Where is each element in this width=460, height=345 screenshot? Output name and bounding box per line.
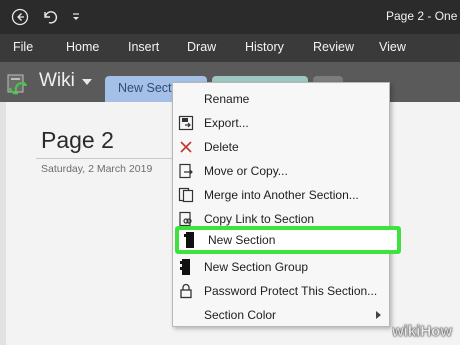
- menu-item-label: New Section Group: [204, 260, 309, 274]
- notebook-icon: [6, 73, 30, 95]
- menu-item-label: Move or Copy...: [204, 164, 288, 178]
- tab-draw[interactable]: Draw: [187, 40, 216, 54]
- new-section-icon: [181, 231, 199, 249]
- undo-icon[interactable]: [40, 7, 60, 27]
- section-context-menu: Rename Export... Delete Move or Copy... …: [172, 82, 401, 327]
- window-title: Page 2 - One: [386, 9, 458, 23]
- svg-text:wikiHow: wikiHow: [392, 323, 452, 340]
- menu-item-label: New Section: [208, 233, 276, 247]
- lock-icon: [177, 282, 195, 300]
- quick-access-dropdown-icon[interactable]: [66, 7, 86, 27]
- menu-item-move-copy[interactable]: Move or Copy...: [173, 159, 389, 183]
- menu-item-section-color[interactable]: Section Color: [173, 303, 389, 327]
- menu-item-label: Export...: [204, 116, 249, 130]
- page-title[interactable]: Page 2: [41, 127, 114, 154]
- title-divider: [36, 158, 176, 159]
- menu-item-label: Section Color: [204, 308, 277, 322]
- tab-history[interactable]: History: [245, 40, 284, 54]
- title-bar: Page 2 - One: [0, 0, 460, 34]
- menu-item-label: Delete: [204, 140, 239, 154]
- menu-item-rename[interactable]: Rename: [173, 87, 389, 111]
- ribbon-tabs: File Home Insert Draw History Review Vie…: [0, 34, 460, 62]
- menu-item-merge[interactable]: Merge into Another Section...: [173, 183, 389, 207]
- back-icon[interactable]: [10, 7, 30, 27]
- new-section-group-icon: [177, 258, 195, 276]
- menu-item-label: Merge into Another Section...: [204, 188, 359, 202]
- delete-x-icon: [177, 138, 195, 156]
- tab-view[interactable]: View: [379, 40, 406, 54]
- page-margin-strip: [0, 102, 6, 345]
- notebook-dropdown-icon[interactable]: [82, 79, 92, 85]
- menu-item-new-section-group[interactable]: New Section Group: [173, 255, 389, 279]
- menu-item-password-protect[interactable]: Password Protect This Section...: [173, 279, 389, 303]
- submenu-arrow-icon: [376, 311, 381, 319]
- page-date: Saturday, 2 March 2019: [41, 163, 153, 175]
- menu-item-new-section[interactable]: New Section: [175, 226, 401, 254]
- wikihow-watermark: wikiHow: [392, 322, 458, 340]
- tab-insert[interactable]: Insert: [128, 40, 159, 54]
- tab-home[interactable]: Home: [66, 40, 99, 54]
- menu-item-export[interactable]: Export...: [173, 111, 389, 135]
- tab-file[interactable]: File: [13, 40, 33, 54]
- export-icon: [177, 114, 195, 132]
- menu-item-delete[interactable]: Delete: [173, 135, 389, 159]
- menu-item-label: Rename: [204, 92, 250, 106]
- move-copy-icon: [177, 162, 195, 180]
- merge-icon: [177, 186, 195, 204]
- tab-review[interactable]: Review: [313, 40, 354, 54]
- menu-item-label: Password Protect This Section...: [204, 284, 378, 298]
- menu-item-label: Copy Link to Section: [204, 212, 315, 226]
- notebook-name[interactable]: Wiki: [39, 70, 75, 92]
